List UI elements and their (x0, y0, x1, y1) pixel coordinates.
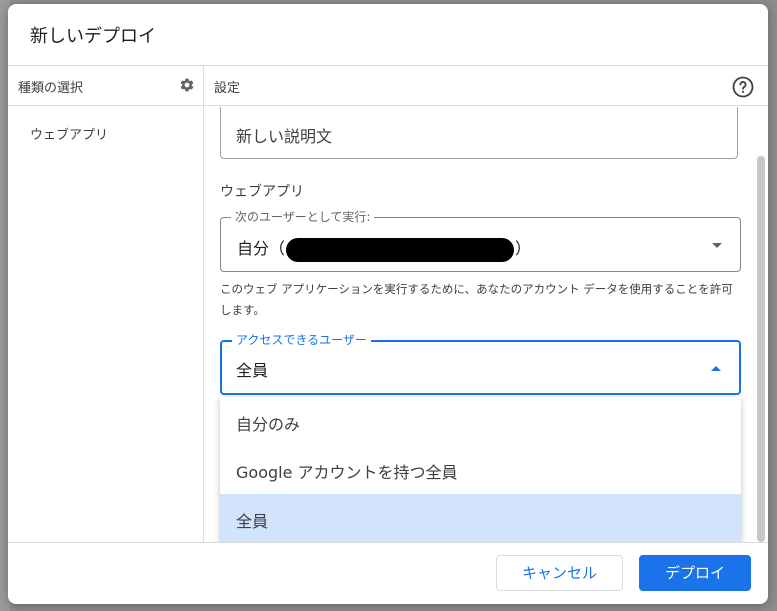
settings-label: 設定 (214, 81, 241, 96)
divider-left-header (8, 105, 203, 106)
access-label: アクセスできるユーザー (232, 332, 371, 348)
web-app-section-title: ウェブアプリ (220, 184, 304, 200)
new-deployment-dialog: 新しいデプロイ 種類の選択 ウェブアプリ 設定 新しい説明文 ウェブアプリ 次の… (8, 4, 768, 604)
caret-up-icon[interactable] (711, 366, 721, 371)
redacted-email (286, 237, 515, 262)
execute-as-prefix: 自分（ (237, 239, 286, 258)
description-value: 新しい説明文 (236, 127, 333, 146)
caret-down-icon[interactable] (712, 243, 722, 248)
scrollbar[interactable] (757, 156, 765, 542)
execute-as-suffix: ） (515, 239, 532, 258)
help-icon[interactable] (731, 75, 755, 99)
gear-icon[interactable] (179, 77, 195, 93)
divider-footer (8, 542, 768, 543)
left-item-web-app[interactable]: ウェブアプリ (30, 124, 108, 143)
deploy-button[interactable]: デプロイ (639, 555, 751, 591)
access-option-label: 全員 (236, 512, 269, 531)
access-option-label: Google アカウントを持つ全員 (236, 463, 458, 482)
access-select[interactable]: アクセスできるユーザー 全員 (220, 332, 741, 395)
authorization-helper-text: このウェブ アプリケーションを実行するために、あなたのアカウント データを使用す… (220, 282, 733, 317)
divider-top (8, 65, 768, 66)
access-dropdown-menu: 自分のみ Google アカウントを持つ全員 全員 (220, 397, 741, 542)
type-selection-header: 種類の選択 (18, 77, 195, 99)
divider-header (204, 105, 768, 106)
cancel-button[interactable]: キャンセル (496, 555, 623, 591)
access-option-anyone[interactable]: 全員 (220, 494, 741, 542)
access-option-label: 自分のみ (236, 415, 301, 434)
execute-as-select[interactable]: 次のユーザーとして実行: 自分（ ） (220, 209, 741, 272)
execute-as-value: 自分（ ） (237, 235, 531, 262)
access-option-only-me[interactable]: 自分のみ (220, 397, 741, 445)
execute-as-label: 次のユーザーとして実行: (231, 209, 375, 225)
settings-content: 新しい説明文 ウェブアプリ 次のユーザーとして実行: 自分（ ） このウェブ アプ… (204, 107, 756, 542)
access-value: 全員 (236, 361, 269, 380)
type-selection-label: 種類の選択 (18, 81, 84, 96)
access-option-google-account[interactable]: Google アカウントを持つ全員 (220, 445, 741, 493)
dialog-title: 新しいデプロイ (30, 26, 156, 47)
description-field[interactable]: 新しい説明文 (220, 107, 738, 159)
